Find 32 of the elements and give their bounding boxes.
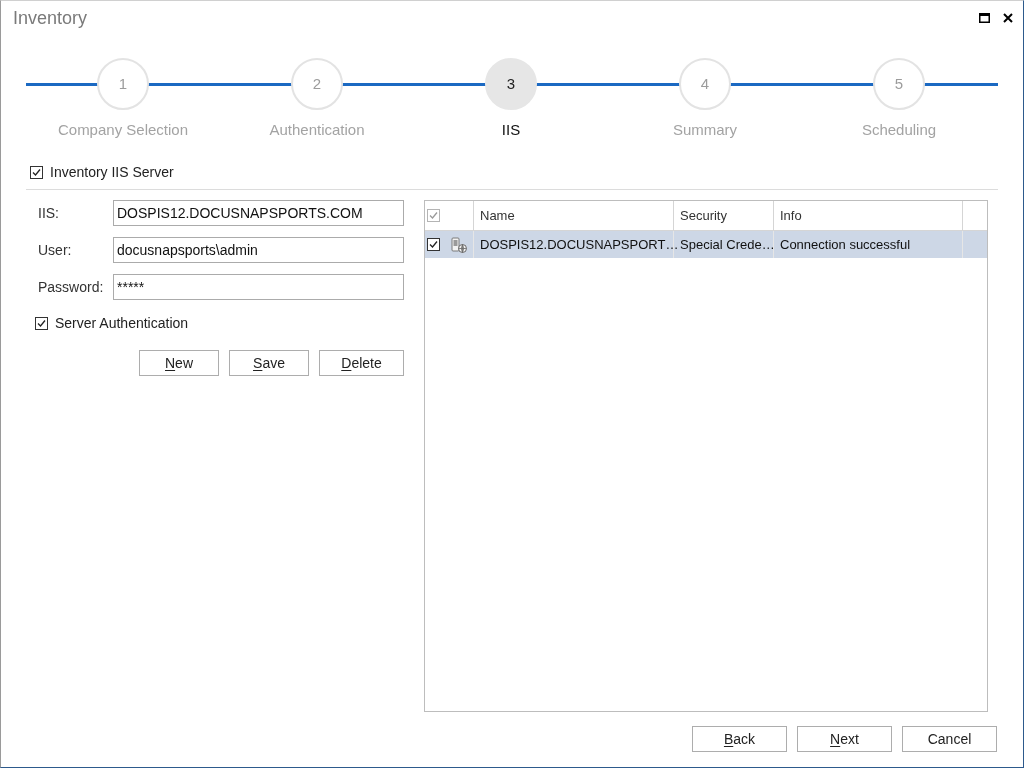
dialog-button[interactable]: Next (797, 726, 892, 752)
table-cell: Connection successful (774, 231, 963, 258)
column-header[interactable]: Info (774, 201, 963, 230)
input-field[interactable]: DOSPIS12.DOCUSNAPSPORTS.COM (113, 200, 404, 226)
window-title: Inventory (13, 6, 88, 29)
form-button[interactable]: Save (229, 350, 309, 376)
server-globe-icon (451, 236, 467, 253)
close-icon[interactable] (1003, 12, 1013, 23)
checkbox-label: Inventory IIS Server (50, 163, 174, 181)
field-label: Password: (38, 277, 105, 297)
input-field[interactable]: ***** (113, 274, 404, 300)
dialog-button[interactable]: Back (692, 726, 787, 752)
checkbox[interactable] (35, 316, 48, 330)
dialog-button[interactable]: Cancel (902, 726, 997, 752)
step-label: Summary (672, 121, 738, 139)
select-all-checkbox[interactable] (427, 209, 440, 222)
step-label: IIS (501, 121, 521, 139)
step-label: Authentication (269, 121, 365, 139)
maximize-icon[interactable] (979, 12, 990, 23)
row-checkbox[interactable] (427, 238, 440, 251)
checkbox[interactable] (30, 165, 43, 179)
checkbox-label: Server Authentication (55, 314, 189, 332)
column-header[interactable]: Name (474, 201, 674, 230)
field-label: User: (38, 240, 73, 260)
input-field[interactable]: docusnapsports\admin (113, 237, 404, 263)
column-header[interactable]: Security (674, 201, 774, 230)
form-button[interactable]: Delete (319, 350, 404, 376)
form-button[interactable]: New (139, 350, 219, 376)
field-label: IIS: (38, 203, 60, 223)
table-row[interactable]: DOSPIS12.DOCUSNAPSPORT…Special Crede… Connection successful (425, 231, 987, 258)
step-label: Scheduling (861, 121, 937, 139)
step-label: Company Selection (57, 121, 189, 139)
